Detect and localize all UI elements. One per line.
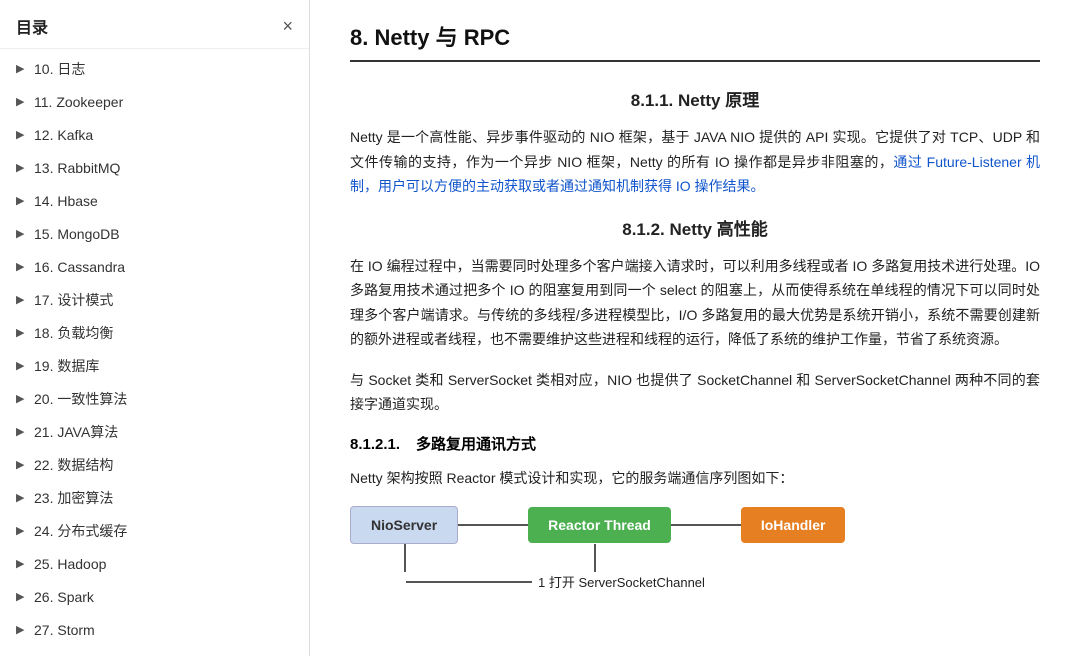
step-hline	[406, 581, 532, 583]
section-8-1-2-para1: 在 IO 编程过程中，当需要同时处理多个客户端接入请求时，可以利用多线程或者 I…	[350, 254, 1040, 352]
step-label: 1 打开 ServerSocketChannel	[538, 572, 705, 591]
sidebar-arrow: ▶	[16, 358, 30, 375]
sidebar-arrow: ▶	[16, 490, 30, 507]
sidebar-item[interactable]: ▶24. 分布式缓存	[0, 515, 309, 548]
sidebar-item[interactable]: ▶28. YARN	[0, 647, 309, 656]
sidebar-header: 目录 ×	[0, 0, 309, 49]
sidebar-item[interactable]: ▶22. 数据结构	[0, 449, 309, 482]
sidebar-item-label: 26. Spark	[34, 587, 94, 608]
section-8-1-2-1-label: 多路复用通讯方式	[416, 433, 536, 454]
connector-line-1	[458, 524, 528, 526]
step-row: 1 打开 ServerSocketChannel	[350, 572, 705, 591]
sidebar-arrow: ▶	[16, 556, 30, 573]
connector-line-2	[671, 524, 741, 526]
section-8-1-1-para: Netty 是一个高性能、异步事件驱动的 NIO 框架，基于 JAVA NIO …	[350, 125, 1040, 199]
sidebar-arrow: ▶	[16, 259, 30, 276]
sidebar-item-label: 18. 负载均衡	[34, 323, 113, 344]
sidebar-arrow: ▶	[16, 391, 30, 408]
iohandler-box: IoHandler	[741, 507, 846, 543]
sidebar-arrow: ▶	[16, 94, 30, 111]
section-8-1-2-1-num: 8.1.2.1.	[350, 436, 400, 453]
sidebar-arrow: ▶	[16, 193, 30, 210]
sidebar-arrow: ▶	[16, 226, 30, 243]
sidebar-arrow: ▶	[16, 589, 30, 606]
sidebar-arrow: ▶	[16, 292, 30, 309]
sidebar-item-label: 25. Hadoop	[34, 554, 106, 575]
sidebar-item[interactable]: ▶12. Kafka	[0, 119, 309, 152]
sidebar-item[interactable]: ▶21. JAVA算法	[0, 416, 309, 449]
reactor-vline	[594, 544, 596, 572]
sidebar-arrow: ▶	[16, 622, 30, 639]
sidebar-item[interactable]: ▶17. 设计模式	[0, 284, 309, 317]
section-8-1-1: 8.1.1. Netty 原理 Netty 是一个高性能、异步事件驱动的 NIO…	[350, 86, 1040, 199]
section-8-1-2-1-para: Netty 架构按照 Reactor 模式设计和实现，它的服务端通信序列图如下：	[350, 466, 1040, 491]
section-8-1-2-title: 8.1.2. Netty 高性能	[350, 215, 1040, 240]
sidebar-item[interactable]: ▶15. MongoDB	[0, 218, 309, 251]
step-label-row: 1 打开 ServerSocketChannel	[406, 572, 705, 591]
sidebar-item-label: 19. 数据库	[34, 356, 99, 377]
sidebar-item-label: 24. 分布式缓存	[34, 521, 127, 542]
sidebar-item-label: 20. 一致性算法	[34, 389, 127, 410]
sidebar-item[interactable]: ▶23. 加密算法	[0, 482, 309, 515]
sidebar-item[interactable]: ▶13. RabbitMQ	[0, 152, 309, 185]
section-8-1-1-title: 8.1.1. Netty 原理	[350, 86, 1040, 111]
sidebar-item[interactable]: ▶20. 一致性算法	[0, 383, 309, 416]
sidebar-arrow: ▶	[16, 457, 30, 474]
diagram: NioServer Reactor Thread IoHandler	[350, 506, 1040, 591]
sidebar-arrow: ▶	[16, 127, 30, 144]
sidebar-arrow: ▶	[16, 160, 30, 177]
diagram-top-row: NioServer Reactor Thread IoHandler	[350, 506, 845, 544]
sidebar-item-label: 17. 设计模式	[34, 290, 113, 311]
sidebar-item-label: 13. RabbitMQ	[34, 158, 120, 179]
sidebar-item[interactable]: ▶19. 数据库	[0, 350, 309, 383]
sidebar-title: 目录	[16, 14, 48, 38]
nioserver-box: NioServer	[350, 506, 458, 544]
sidebar-item[interactable]: ▶25. Hadoop	[0, 548, 309, 581]
sidebar-list: ▶10. 日志▶11. Zookeeper▶12. Kafka▶13. Rabb…	[0, 49, 309, 656]
sidebar-arrow: ▶	[16, 523, 30, 540]
sidebar-close-button[interactable]: ×	[282, 17, 293, 35]
section-8-1-2-para2: 与 Socket 类和 ServerSocket 类相对应，NIO 也提供了 S…	[350, 368, 1040, 417]
sidebar-item[interactable]: ▶27. Storm	[0, 614, 309, 647]
main-content: 8. Netty 与 RPC 8.1.1. Netty 原理 Netty 是一个…	[310, 0, 1080, 656]
sidebar-item-label: 16. Cassandra	[34, 257, 125, 278]
reactor-thread-box: Reactor Thread	[528, 507, 671, 543]
page-title: 8. Netty 与 RPC	[350, 20, 1040, 62]
nio-vline-col	[350, 544, 460, 572]
sidebar-item-label: 14. Hbase	[34, 191, 98, 212]
sidebar-item-label: 21. JAVA算法	[34, 422, 118, 443]
sidebar-item-label: 12. Kafka	[34, 125, 93, 146]
sidebar-item[interactable]: ▶16. Cassandra	[0, 251, 309, 284]
sidebar-item-label: 15. MongoDB	[34, 224, 120, 245]
sidebar-item[interactable]: ▶10. 日志	[0, 53, 309, 86]
sidebar: 目录 × ▶10. 日志▶11. Zookeeper▶12. Kafka▶13.…	[0, 0, 310, 656]
sidebar-item[interactable]: ▶18. 负载均衡	[0, 317, 309, 350]
section-8-1-2-1-title-row: 8.1.2.1. 多路复用通讯方式	[350, 433, 1040, 454]
diagram-vline-row	[350, 544, 660, 572]
sidebar-arrow: ▶	[16, 325, 30, 342]
sidebar-item[interactable]: ▶14. Hbase	[0, 185, 309, 218]
sidebar-arrow: ▶	[16, 61, 30, 78]
sidebar-item[interactable]: ▶26. Spark	[0, 581, 309, 614]
section-8-1-2-1: 8.1.2.1. 多路复用通讯方式 Netty 架构按照 Reactor 模式设…	[350, 433, 1040, 592]
section-8-1-2: 8.1.2. Netty 高性能 在 IO 编程过程中，当需要同时处理多个客户端…	[350, 215, 1040, 417]
sidebar-item-label: 10. 日志	[34, 59, 85, 80]
sidebar-arrow: ▶	[16, 424, 30, 441]
sidebar-item-label: 23. 加密算法	[34, 488, 113, 509]
sidebar-item-label: 27. Storm	[34, 620, 95, 641]
reactor-vline-col	[530, 544, 660, 572]
sidebar-item-label: 22. 数据结构	[34, 455, 113, 476]
nio-vline	[404, 544, 406, 572]
sidebar-item[interactable]: ▶11. Zookeeper	[0, 86, 309, 119]
sidebar-item-label: 11. Zookeeper	[34, 92, 123, 113]
